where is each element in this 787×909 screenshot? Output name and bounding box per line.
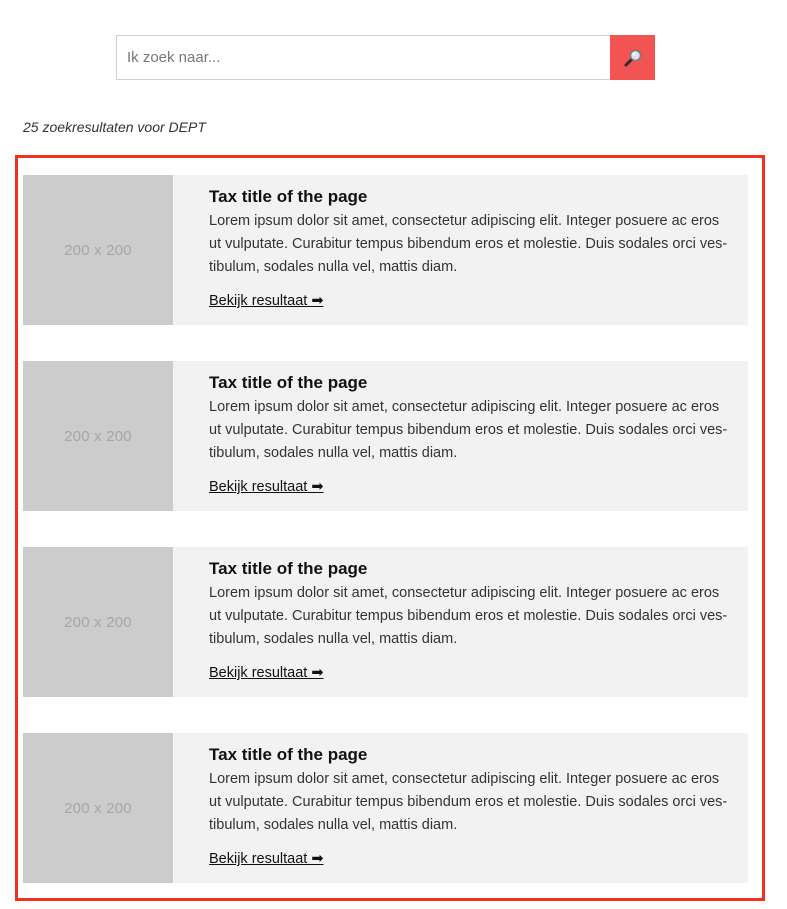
magnifier-icon: [623, 48, 643, 68]
result-count: 25 zoekresultaten voor DEPT: [23, 119, 206, 135]
result-thumbnail: 200 x 200: [23, 175, 173, 325]
result-description: Lorem ipsum dolor sit amet, consectetur …: [209, 585, 728, 647]
result-description: Lorem ipsum dolor sit amet, consectetur …: [209, 213, 728, 275]
search-input[interactable]: [116, 35, 610, 80]
result-description: Lorem ipsum dolor sit amet, consectetur …: [209, 771, 728, 833]
search-bar: [116, 35, 655, 80]
results-list: 200 x 200 Tax title of the page Lorem ip…: [15, 155, 765, 901]
view-result-link[interactable]: Bekijk resultaat ➡: [209, 293, 324, 309]
result-thumbnail: 200 x 200: [23, 547, 173, 697]
result-card: 200 x 200 Tax title of the page Lorem ip…: [23, 175, 748, 325]
result-card: 200 x 200 Tax title of the page Lorem ip…: [23, 733, 748, 883]
result-body: Tax title of the page Lorem ipsum dolor …: [173, 547, 748, 697]
result-card: 200 x 200 Tax title of the page Lorem ip…: [23, 547, 748, 697]
result-body: Tax title of the page Lorem ipsum dolor …: [173, 733, 748, 883]
result-title: Tax title of the page: [209, 373, 368, 392]
view-result-link[interactable]: Bekijk resultaat ➡: [209, 851, 324, 867]
result-card: 200 x 200 Tax title of the page Lorem ip…: [23, 361, 748, 511]
result-description: Lorem ipsum dolor sit amet, consectetur …: [209, 399, 728, 461]
thumbnail-placeholder-label: 200 x 200: [64, 613, 132, 631]
thumbnail-placeholder-label: 200 x 200: [64, 799, 132, 817]
view-result-link[interactable]: Bekijk resultaat ➡: [209, 479, 324, 495]
thumbnail-placeholder-label: 200 x 200: [64, 427, 132, 445]
result-thumbnail: 200 x 200: [23, 361, 173, 511]
view-result-link[interactable]: Bekijk resultaat ➡: [209, 665, 324, 681]
result-body: Tax title of the page Lorem ipsum dolor …: [173, 361, 748, 511]
search-button[interactable]: [610, 35, 655, 80]
result-thumbnail: 200 x 200: [23, 733, 173, 883]
result-body: Tax title of the page Lorem ipsum dolor …: [173, 175, 748, 325]
result-title: Tax title of the page: [209, 187, 368, 206]
result-title: Tax title of the page: [209, 745, 368, 764]
thumbnail-placeholder-label: 200 x 200: [64, 241, 132, 259]
search-results-page: 25 zoekresultaten voor DEPT 200 x 200 Ta…: [0, 0, 787, 909]
result-title: Tax title of the page: [209, 559, 368, 578]
